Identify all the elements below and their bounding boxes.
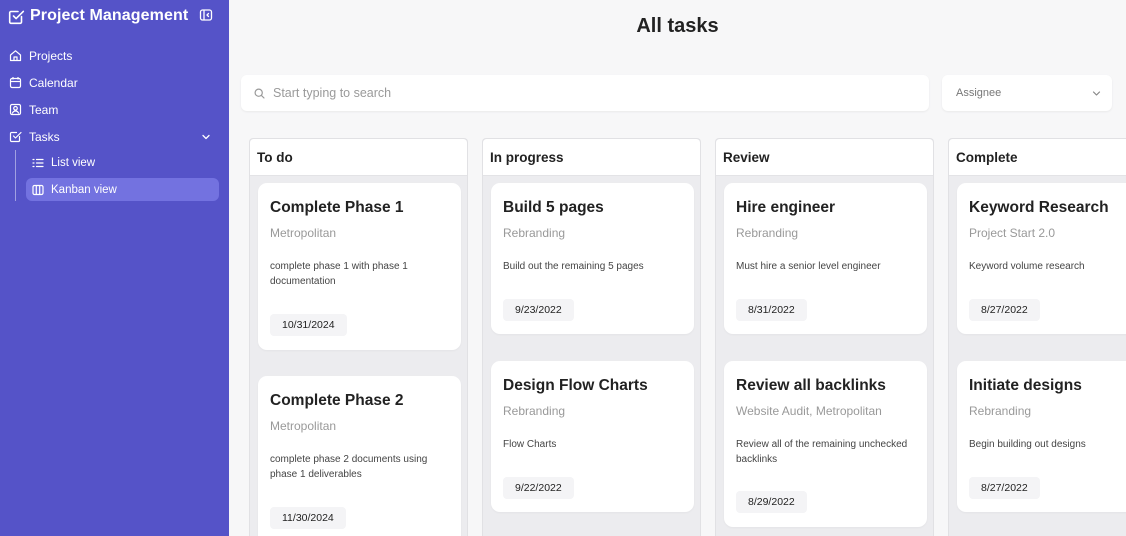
kanban-column-complete: Complete Keyword Research Project Start … — [948, 138, 1126, 536]
sidebar-item-label: Calendar — [29, 75, 78, 90]
task-card[interactable]: Hire engineer Rebranding Must hire a sen… — [724, 183, 927, 334]
calendar-icon — [9, 76, 22, 89]
assignee-dropdown[interactable]: Assignee — [942, 75, 1112, 111]
task-card[interactable]: Complete Phase 1 Metropolitan complete p… — [258, 183, 461, 350]
kanban-icon — [32, 184, 44, 196]
task-due-date: 9/22/2022 — [503, 477, 574, 499]
sidebar-nav: Projects Calendar Team Tasks List view K… — [0, 42, 229, 205]
task-description: Keyword volume research — [969, 261, 1085, 272]
app-title: Project Management — [30, 7, 189, 24]
kanban-column-review: Review Hire engineer Rebranding Must hir… — [715, 138, 934, 536]
assignee-label: Assignee — [956, 87, 1002, 99]
sidebar-item-calendar[interactable]: Calendar — [0, 69, 229, 96]
task-due-date: 8/27/2022 — [969, 299, 1040, 321]
task-due-date: 8/31/2022 — [736, 299, 807, 321]
brand[interactable]: Project Management — [8, 6, 188, 26]
list-icon — [32, 157, 44, 169]
column-header: Complete — [949, 139, 1126, 176]
sidebar-item-team[interactable]: Team — [0, 96, 229, 123]
task-title: Keyword Research — [969, 199, 1109, 216]
search-input[interactable] — [273, 86, 873, 100]
column-header: To do — [250, 139, 467, 176]
page-title: All tasks — [636, 15, 719, 37]
sidebar-item-label: Projects — [29, 48, 73, 63]
task-title: Review all backlinks — [736, 377, 886, 394]
kanban-column-todo: To do Complete Phase 1 Metropolitan comp… — [249, 138, 468, 536]
task-description: Build out the remaining 5 pages — [503, 261, 644, 272]
home-icon — [9, 49, 22, 62]
team-icon — [9, 103, 22, 116]
task-due-date: 8/29/2022 — [736, 491, 807, 513]
task-description: Must hire a senior level engineer — [736, 261, 881, 272]
task-description: Review all of the remaining unchecked ba… — [736, 439, 908, 465]
task-due-date: 10/31/2024 — [270, 314, 347, 336]
sidebar-item-projects[interactable]: Projects — [0, 42, 229, 69]
sidebar-item-kanban-view[interactable]: Kanban view — [26, 178, 219, 201]
task-card[interactable]: Keyword Research Project Start 2.0 Keywo… — [957, 183, 1126, 334]
task-due-date: 9/23/2022 — [503, 299, 574, 321]
task-description: complete phase 1 with phase 1 documentat… — [270, 261, 408, 287]
task-due-date: 11/30/2024 — [270, 507, 346, 529]
task-project: Rebranding — [736, 226, 799, 240]
sidebar-item-label: Team — [29, 102, 59, 117]
task-title: Design Flow Charts — [503, 377, 648, 394]
task-title: Build 5 pages — [503, 199, 604, 216]
tasks-subnav: List view Kanban view — [15, 150, 229, 201]
sidebar: Project Management Projects Calendar Tea… — [0, 0, 229, 536]
task-due-date: 8/27/2022 — [969, 477, 1040, 499]
task-project: Metropolitan — [270, 226, 337, 240]
sidebar-item-tasks[interactable]: Tasks — [0, 123, 229, 150]
task-project: Rebranding — [503, 226, 566, 240]
task-title: Hire engineer — [736, 199, 836, 216]
task-description: complete phase 2 documents using phase 1… — [270, 454, 428, 480]
sidebar-item-label: Tasks — [29, 129, 60, 144]
task-description: Begin building out designs — [969, 439, 1086, 450]
task-card[interactable]: Initiate designs Rebranding Begin buildi… — [957, 361, 1126, 512]
task-title: Complete Phase 1 — [270, 199, 404, 216]
kanban-column-in-progress: In progress Build 5 pages Rebranding Bui… — [482, 138, 701, 536]
task-card[interactable]: Complete Phase 2 Metropolitan complete p… — [258, 376, 461, 536]
checkbox-logo-icon — [8, 8, 25, 25]
task-title: Initiate designs — [969, 377, 1082, 394]
task-card[interactable]: Design Flow Charts Rebranding Flow Chart… — [491, 361, 694, 512]
chevron-down-icon — [1091, 88, 1102, 99]
task-project: Metropolitan — [270, 419, 337, 433]
sidebar-item-label: Kanban view — [51, 183, 117, 196]
task-project: Rebranding — [503, 404, 566, 418]
task-card[interactable]: Build 5 pages Rebranding Build out the r… — [491, 183, 694, 334]
task-project: Project Start 2.0 — [969, 226, 1056, 240]
task-project: Website Audit, Metropolitan — [736, 404, 882, 418]
task-project: Rebranding — [969, 404, 1032, 418]
search-box[interactable] — [241, 75, 929, 111]
sidebar-item-label: List view — [51, 156, 96, 169]
chevron-down-icon[interactable] — [200, 131, 212, 143]
tasks-icon — [9, 130, 22, 143]
column-header: In progress — [483, 139, 700, 176]
sidebar-item-list-view[interactable]: List view — [26, 151, 219, 174]
collapse-sidebar-icon[interactable] — [199, 8, 213, 22]
column-header: Review — [716, 139, 933, 176]
search-icon — [254, 87, 265, 99]
main-content: All tasks Assignee To do Complete Phase … — [229, 0, 1126, 536]
task-title: Complete Phase 2 — [270, 392, 404, 409]
task-card[interactable]: Review all backlinks Website Audit, Metr… — [724, 361, 927, 527]
task-description: Flow Charts — [503, 439, 557, 450]
